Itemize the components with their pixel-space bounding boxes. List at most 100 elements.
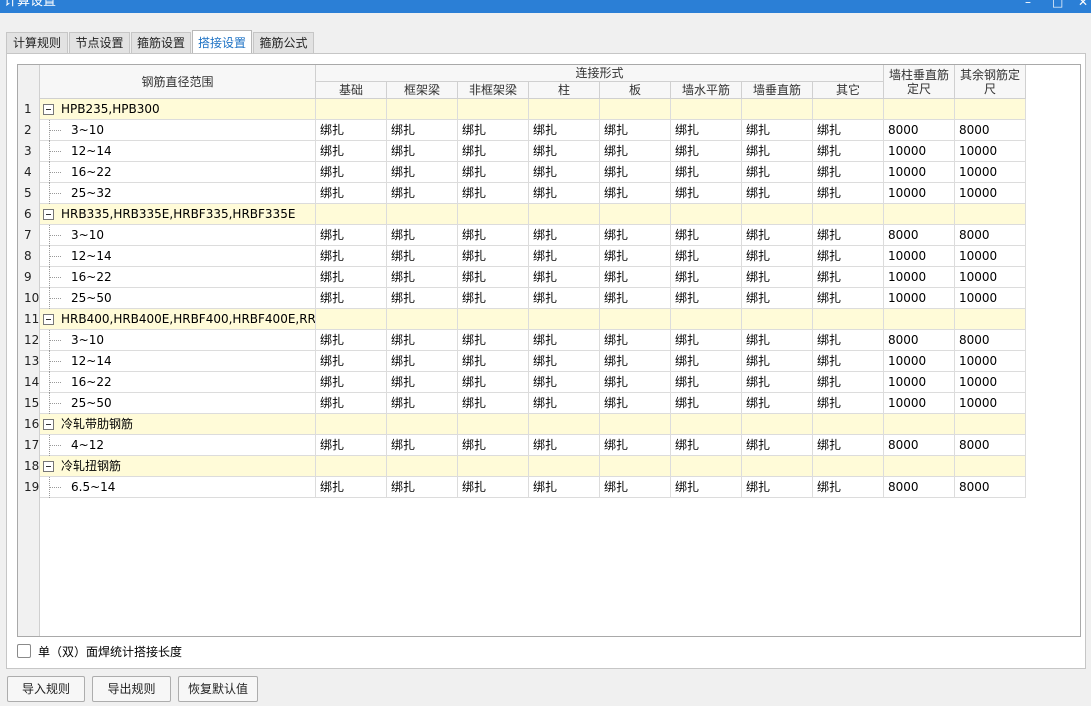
cell-wall-horizontal[interactable]: 绑扎	[671, 183, 742, 204]
cell-slab[interactable]: 绑扎	[600, 246, 671, 267]
cell-other-stock-length[interactable]: 8000	[955, 330, 1026, 351]
group-label-cell[interactable]: 冷轧扭钢筋	[40, 456, 316, 477]
cell-nonframe-beam[interactable]: 绑扎	[458, 477, 529, 498]
cell-frame-beam[interactable]	[387, 414, 458, 435]
cell-other[interactable]: 绑扎	[813, 393, 884, 414]
tab-stirrup-settings[interactable]: 箍筋设置	[131, 32, 191, 53]
cell-slab[interactable]: 绑扎	[600, 477, 671, 498]
cell-nonframe-beam[interactable]: 绑扎	[458, 267, 529, 288]
cell-column[interactable]: 绑扎	[529, 141, 600, 162]
cell-wall-horizontal[interactable]: 绑扎	[671, 330, 742, 351]
cell-frame-beam[interactable]: 绑扎	[387, 120, 458, 141]
cell-wall-horizontal[interactable]: 绑扎	[671, 246, 742, 267]
cell-column[interactable]: 绑扎	[529, 120, 600, 141]
cell-other-stock-length[interactable]	[955, 309, 1026, 330]
cell-wall-vertical[interactable]	[742, 414, 813, 435]
cell-foundation[interactable]	[316, 414, 387, 435]
cell-other-stock-length[interactable]: 10000	[955, 393, 1026, 414]
cell-foundation[interactable]: 绑扎	[316, 162, 387, 183]
cell-wall-stock-length[interactable]	[884, 456, 955, 477]
cell-wall-stock-length[interactable]: 8000	[884, 120, 955, 141]
cell-slab[interactable]: 绑扎	[600, 267, 671, 288]
cell-slab[interactable]: 绑扎	[600, 288, 671, 309]
cell-other[interactable]: 绑扎	[813, 477, 884, 498]
collapse-toggle-icon[interactable]	[43, 314, 54, 325]
cell-other-stock-length[interactable]: 8000	[955, 435, 1026, 456]
cell-wall-vertical[interactable]: 绑扎	[742, 435, 813, 456]
cell-frame-beam[interactable]	[387, 456, 458, 477]
cell-nonframe-beam[interactable]	[458, 309, 529, 330]
cell-foundation[interactable]: 绑扎	[316, 246, 387, 267]
cell-nonframe-beam[interactable]: 绑扎	[458, 141, 529, 162]
cell-nonframe-beam[interactable]	[458, 99, 529, 120]
single-double-weld-checkbox[interactable]	[17, 644, 31, 658]
cell-wall-vertical[interactable]	[742, 204, 813, 225]
cell-slab[interactable]: 绑扎	[600, 393, 671, 414]
cell-slab[interactable]: 绑扎	[600, 183, 671, 204]
cell-nonframe-beam[interactable]: 绑扎	[458, 372, 529, 393]
cell-wall-vertical[interactable]: 绑扎	[742, 225, 813, 246]
cell-other[interactable]: 绑扎	[813, 183, 884, 204]
cell-other-stock-length[interactable]	[955, 456, 1026, 477]
diameter-range-cell[interactable]: 12~14	[40, 246, 316, 267]
cell-nonframe-beam[interactable]: 绑扎	[458, 246, 529, 267]
cell-frame-beam[interactable]: 绑扎	[387, 183, 458, 204]
collapse-toggle-icon[interactable]	[43, 461, 54, 472]
tab-lap-settings[interactable]: 搭接设置	[192, 30, 252, 54]
diameter-range-cell[interactable]: 12~14	[40, 141, 316, 162]
cell-other-stock-length[interactable]: 8000	[955, 477, 1026, 498]
diameter-range-cell[interactable]: 3~10	[40, 330, 316, 351]
cell-wall-vertical[interactable]	[742, 309, 813, 330]
cell-column[interactable]: 绑扎	[529, 435, 600, 456]
cell-slab[interactable]	[600, 204, 671, 225]
cell-wall-stock-length[interactable]	[884, 99, 955, 120]
cell-foundation[interactable]	[316, 99, 387, 120]
cell-wall-stock-length[interactable]: 10000	[884, 393, 955, 414]
cell-other-stock-length[interactable]: 10000	[955, 267, 1026, 288]
cell-column[interactable]: 绑扎	[529, 393, 600, 414]
cell-foundation[interactable]: 绑扎	[316, 351, 387, 372]
cell-wall-stock-length[interactable]: 10000	[884, 141, 955, 162]
cell-other[interactable]: 绑扎	[813, 120, 884, 141]
cell-column[interactable]	[529, 456, 600, 477]
cell-column[interactable]: 绑扎	[529, 183, 600, 204]
import-rules-button[interactable]: 导入规则	[7, 676, 85, 702]
cell-slab[interactable]: 绑扎	[600, 330, 671, 351]
cell-other[interactable]: 绑扎	[813, 225, 884, 246]
diameter-range-cell[interactable]: 6.5~14	[40, 477, 316, 498]
cell-wall-vertical[interactable]: 绑扎	[742, 162, 813, 183]
diameter-range-cell[interactable]: 4~12	[40, 435, 316, 456]
cell-other[interactable]: 绑扎	[813, 141, 884, 162]
tab-calc-rules[interactable]: 计算规则	[6, 32, 68, 53]
cell-wall-horizontal[interactable]: 绑扎	[671, 435, 742, 456]
cell-other-stock-length[interactable]: 8000	[955, 120, 1026, 141]
cell-wall-vertical[interactable]: 绑扎	[742, 120, 813, 141]
cell-wall-stock-length[interactable]: 8000	[884, 330, 955, 351]
cell-foundation[interactable]: 绑扎	[316, 267, 387, 288]
cell-wall-horizontal[interactable]: 绑扎	[671, 393, 742, 414]
cell-frame-beam[interactable]: 绑扎	[387, 141, 458, 162]
group-label-cell[interactable]: HRB400,HRB400E,HRBF400,HRBF400E,RR...	[40, 309, 316, 330]
diameter-range-cell[interactable]: 3~10	[40, 225, 316, 246]
cell-foundation[interactable]	[316, 456, 387, 477]
cell-wall-stock-length[interactable]: 10000	[884, 246, 955, 267]
cell-wall-vertical[interactable]: 绑扎	[742, 288, 813, 309]
cell-other[interactable]	[813, 414, 884, 435]
cell-frame-beam[interactable]: 绑扎	[387, 372, 458, 393]
cell-wall-horizontal[interactable]: 绑扎	[671, 267, 742, 288]
cell-wall-horizontal[interactable]	[671, 309, 742, 330]
cell-other-stock-length[interactable]: 10000	[955, 162, 1026, 183]
cell-wall-vertical[interactable]: 绑扎	[742, 141, 813, 162]
cell-foundation[interactable]: 绑扎	[316, 120, 387, 141]
cell-foundation[interactable]: 绑扎	[316, 141, 387, 162]
cell-column[interactable]	[529, 414, 600, 435]
export-rules-button[interactable]: 导出规则	[92, 676, 171, 702]
cell-column[interactable]	[529, 309, 600, 330]
collapse-toggle-icon[interactable]	[43, 419, 54, 430]
cell-nonframe-beam[interactable]: 绑扎	[458, 435, 529, 456]
cell-other-stock-length[interactable]: 8000	[955, 225, 1026, 246]
diameter-range-cell[interactable]: 25~50	[40, 393, 316, 414]
cell-foundation[interactable]	[316, 309, 387, 330]
cell-other[interactable]	[813, 309, 884, 330]
cell-wall-stock-length[interactable]: 8000	[884, 225, 955, 246]
